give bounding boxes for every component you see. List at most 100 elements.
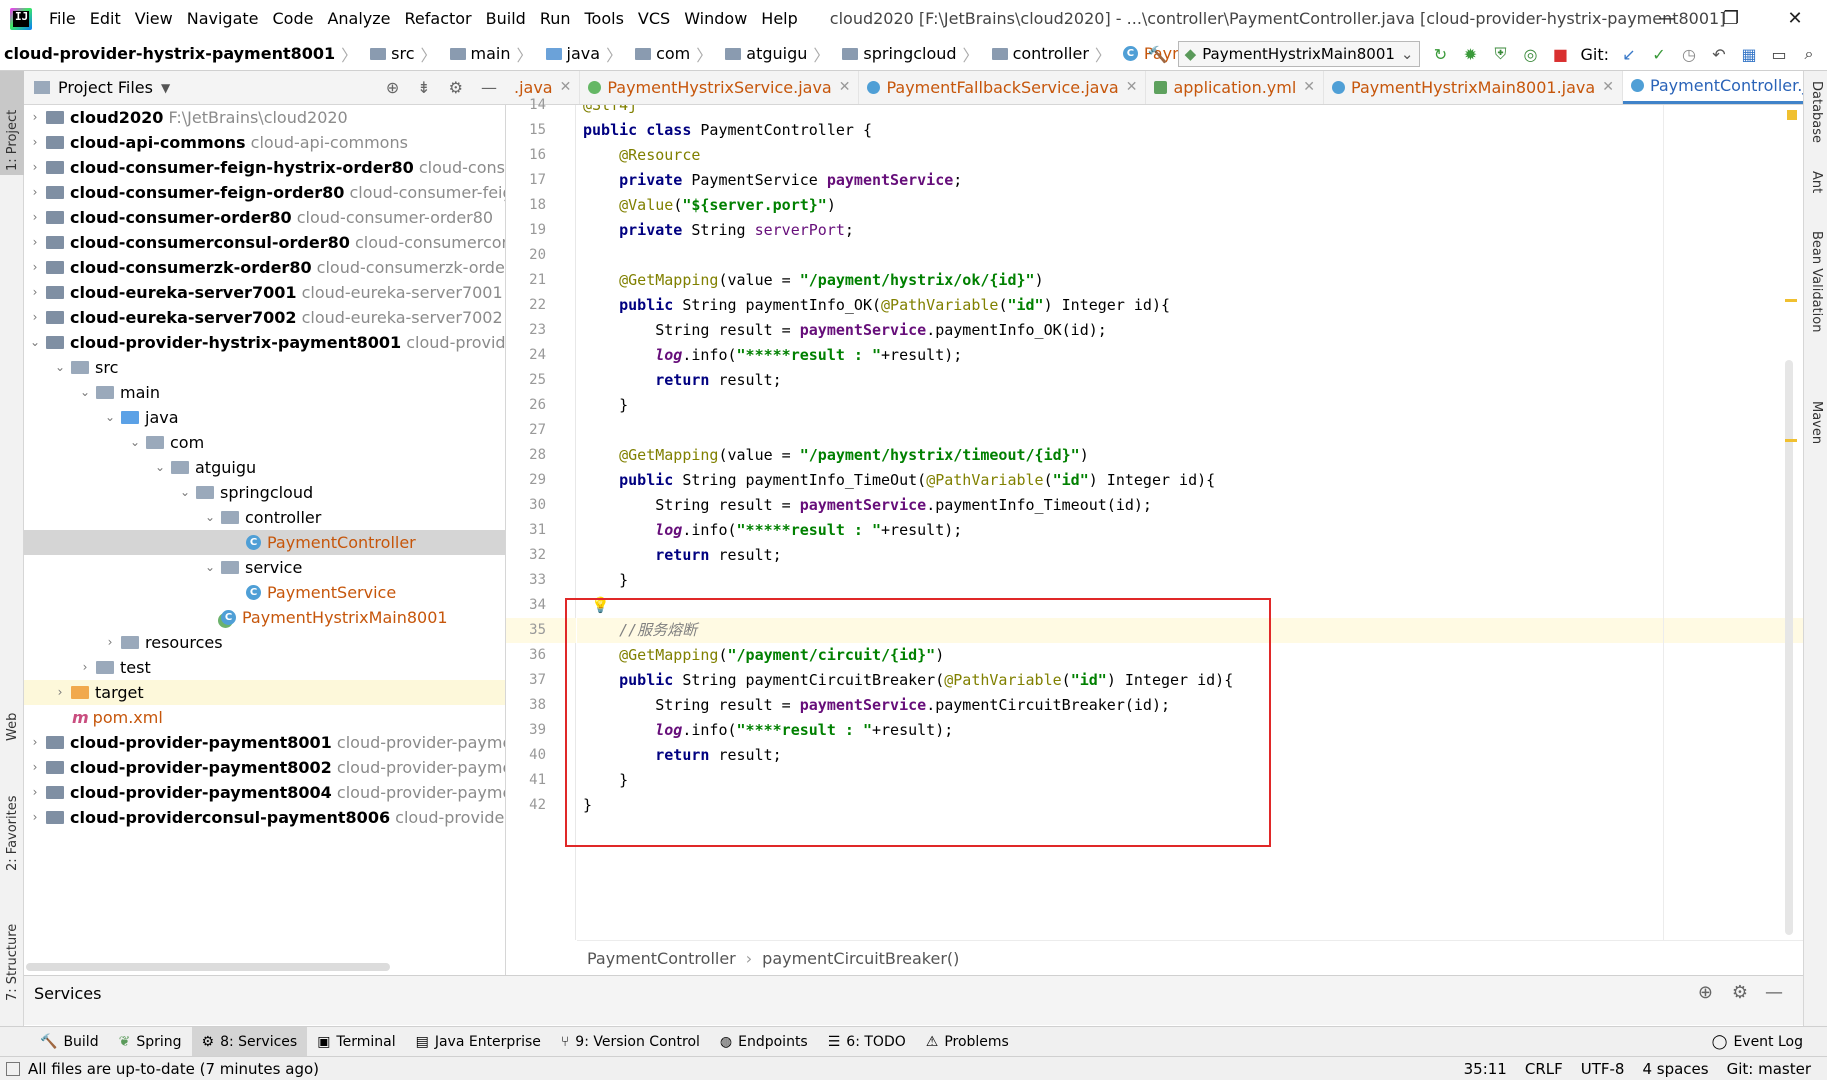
tree-item-module[interactable]: › cloud-consumerconsul-order80 cloud-cons… bbox=[28, 230, 505, 255]
breadcrumb-class[interactable]: PaymentController bbox=[587, 949, 736, 968]
chevron-down-icon[interactable]: ▼ bbox=[161, 81, 170, 95]
menu-run[interactable]: Run bbox=[533, 0, 578, 37]
search-everywhere-icon[interactable]: ⌕ bbox=[1799, 44, 1819, 64]
tree-item-package[interactable]: ⌄ springcloud bbox=[178, 480, 313, 505]
project-view-select[interactable]: Project Files bbox=[58, 78, 153, 97]
restore-icon[interactable]: ❐ bbox=[1699, 0, 1763, 37]
git-update-icon[interactable]: ↙ bbox=[1619, 44, 1639, 64]
tree-item-module[interactable]: › cloud-consumerzk-order80 cloud-consumer… bbox=[28, 255, 505, 280]
menu-help[interactable]: Help bbox=[754, 0, 804, 37]
tree-item-main-class[interactable]: C PaymentHystrixMain8001 bbox=[217, 605, 448, 630]
tree-item-module[interactable]: › cloud-consumer-feign-order80 cloud-cons… bbox=[28, 180, 505, 205]
close-icon[interactable]: ✕ bbox=[1763, 0, 1827, 37]
ant-tool-button[interactable]: Ant bbox=[1809, 171, 1824, 193]
breadcrumb-module[interactable]: cloud-provider-hystrix-payment8001 〉 bbox=[0, 42, 361, 66]
tab-payment-hystrix-service[interactable]: PaymentHystrixService.java ✕ bbox=[580, 71, 860, 104]
locate-icon[interactable]: ⊕ bbox=[1698, 982, 1713, 1003]
menu-vcs[interactable]: VCS bbox=[631, 0, 677, 37]
close-icon[interactable]: ✕ bbox=[839, 79, 851, 95]
menu-refactor[interactable]: Refactor bbox=[398, 0, 479, 37]
tree-item-module[interactable]: › cloud-provider-payment8001 cloud-provid… bbox=[28, 730, 505, 755]
close-icon[interactable]: ✕ bbox=[1303, 79, 1315, 95]
tree-item-module[interactable]: › cloud-api-commons cloud-api-commons bbox=[28, 130, 408, 155]
menu-navigate[interactable]: Navigate bbox=[180, 0, 266, 37]
tree-item-package[interactable]: ⌄ com bbox=[128, 430, 204, 455]
close-icon[interactable]: ✕ bbox=[1602, 79, 1614, 95]
profile-icon[interactable]: ◎ bbox=[1520, 44, 1540, 64]
caret-position[interactable]: 35:11 bbox=[1464, 1060, 1507, 1078]
favorites-tool-button[interactable]: 2: Favorites bbox=[5, 795, 20, 871]
tree-item-module[interactable]: › cloud-provider-payment8004 cloud-provid… bbox=[28, 780, 505, 805]
bean-validation-tool-button[interactable]: Bean Validation bbox=[1809, 231, 1824, 332]
line-separator[interactable]: CRLF bbox=[1525, 1060, 1563, 1078]
menu-file[interactable]: File bbox=[42, 0, 83, 37]
git-commit-icon[interactable]: ✓ bbox=[1649, 44, 1669, 64]
presentation-icon[interactable]: ▭ bbox=[1769, 44, 1789, 64]
tab-payment-hystrix-main[interactable]: PaymentHystrixMain8001.java ✕ bbox=[1324, 71, 1623, 104]
breadcrumb-src[interactable]: src 〉 bbox=[361, 42, 440, 66]
git-rollback-icon[interactable]: ↶ bbox=[1709, 44, 1729, 64]
tree-item-folder[interactable]: ⌄ main bbox=[78, 380, 160, 405]
file-encoding[interactable]: UTF-8 bbox=[1581, 1060, 1625, 1078]
tab-application-yml[interactable]: application.yml ✕ bbox=[1146, 71, 1325, 104]
build-hammer-icon[interactable]: 🔨 bbox=[1148, 44, 1168, 64]
tree-item-module[interactable]: › cloud-consumer-order80 cloud-consumer-o… bbox=[28, 205, 494, 230]
tool-services[interactable]: ⚙ 8: Services bbox=[191, 1026, 308, 1057]
menu-window[interactable]: Window bbox=[677, 0, 754, 37]
tool-event-log[interactable]: ◯ Event Log bbox=[1702, 1027, 1813, 1057]
menu-edit[interactable]: Edit bbox=[83, 0, 128, 37]
hide-icon[interactable]: — bbox=[1765, 982, 1783, 1003]
stop-icon[interactable]: ■ bbox=[1550, 44, 1570, 64]
gear-icon[interactable]: ⚙ bbox=[1732, 982, 1748, 1003]
tree-item-target[interactable]: › target bbox=[24, 680, 505, 705]
tree-item-pom[interactable]: m pom.xml bbox=[68, 705, 163, 730]
tool-problems[interactable]: ⚠ Problems bbox=[916, 1027, 1019, 1057]
menu-analyze[interactable]: Analyze bbox=[320, 0, 397, 37]
menu-build[interactable]: Build bbox=[479, 0, 533, 37]
project-tool-button[interactable]: 1: Project bbox=[5, 110, 20, 171]
locate-icon[interactable]: ⊕ bbox=[377, 78, 408, 97]
tree-item-source-folder[interactable]: ⌄ java bbox=[103, 405, 179, 430]
menu-code[interactable]: Code bbox=[266, 0, 321, 37]
tree-item-package[interactable]: ⌄ atguigu bbox=[153, 455, 256, 480]
tree-item-module[interactable]: › cloud-eureka-server7002 cloud-eureka-se… bbox=[28, 305, 503, 330]
tool-version-control[interactable]: ⑂ 9: Version Control bbox=[551, 1027, 710, 1057]
tree-item-module[interactable]: › cloud-provider-payment8002 cloud-provid… bbox=[28, 755, 505, 780]
tree-item-folder[interactable]: › resources bbox=[103, 630, 223, 655]
menu-view[interactable]: View bbox=[128, 0, 180, 37]
tool-build[interactable]: 🔨 Build bbox=[30, 1027, 109, 1057]
git-branch[interactable]: Git: master bbox=[1727, 1060, 1811, 1078]
tree-item-module[interactable]: › cloud2020 F:\JetBrains\cloud2020 bbox=[28, 105, 348, 130]
run-configuration-select[interactable]: ◆ PaymentHystrixMain8001 ⌄ bbox=[1177, 41, 1421, 67]
breadcrumb-java[interactable]: java 〉 bbox=[537, 42, 627, 66]
inspection-status-icon[interactable] bbox=[1787, 110, 1797, 120]
indent-setting[interactable]: 4 spaces bbox=[1642, 1060, 1708, 1078]
tool-todo[interactable]: ☰ 6: TODO bbox=[818, 1027, 916, 1057]
tree-item-module[interactable]: › cloud-consumer-feign-hystrix-order80 cl… bbox=[28, 155, 505, 180]
vertical-scrollbar[interactable] bbox=[1785, 360, 1793, 935]
breadcrumb-main[interactable]: main 〉 bbox=[441, 42, 537, 66]
tool-java-enterprise[interactable]: ▤ Java Enterprise bbox=[406, 1027, 551, 1057]
tree-item-class-selected[interactable]: C PaymentController bbox=[24, 530, 505, 555]
close-icon[interactable]: ✕ bbox=[1126, 79, 1138, 95]
web-tool-button[interactable]: Web bbox=[5, 713, 20, 741]
close-icon[interactable]: ✕ bbox=[560, 79, 572, 95]
warning-stripe[interactable] bbox=[1785, 439, 1797, 442]
tree-item-module[interactable]: › cloud-eureka-server7001 cloud-eureka-se… bbox=[28, 280, 503, 305]
tool-endpoints[interactable]: ◍ Endpoints bbox=[710, 1027, 818, 1057]
tree-item-folder[interactable]: ⌄ src bbox=[53, 355, 118, 380]
tree-item-module[interactable]: › cloud-providerconsul-payment8006 cloud-… bbox=[28, 805, 505, 830]
database-tool-button[interactable]: Database bbox=[1809, 81, 1824, 143]
breadcrumb-method[interactable]: paymentCircuitBreaker() bbox=[762, 949, 959, 968]
tree-item-module-expanded[interactable]: ⌄ cloud-provider-hystrix-payment8001 clou… bbox=[28, 330, 505, 355]
project-structure-icon[interactable]: ▦ bbox=[1739, 44, 1759, 64]
breadcrumb-com[interactable]: com 〉 bbox=[626, 42, 716, 66]
menu-tools[interactable]: Tools bbox=[578, 0, 631, 37]
collapse-all-icon[interactable]: ⇟ bbox=[408, 78, 439, 97]
toggle-tool-windows-icon[interactable] bbox=[6, 1061, 20, 1076]
tool-spring[interactable]: ❦ Spring bbox=[109, 1027, 192, 1057]
coverage-icon[interactable]: ⛨ bbox=[1490, 44, 1510, 64]
breadcrumb-controller[interactable]: controller 〉 bbox=[983, 42, 1115, 66]
tree-item-package[interactable]: ⌄ controller bbox=[203, 505, 321, 530]
tab-payment-controller[interactable]: PaymentController.java✕ bbox=[1622, 71, 1803, 104]
